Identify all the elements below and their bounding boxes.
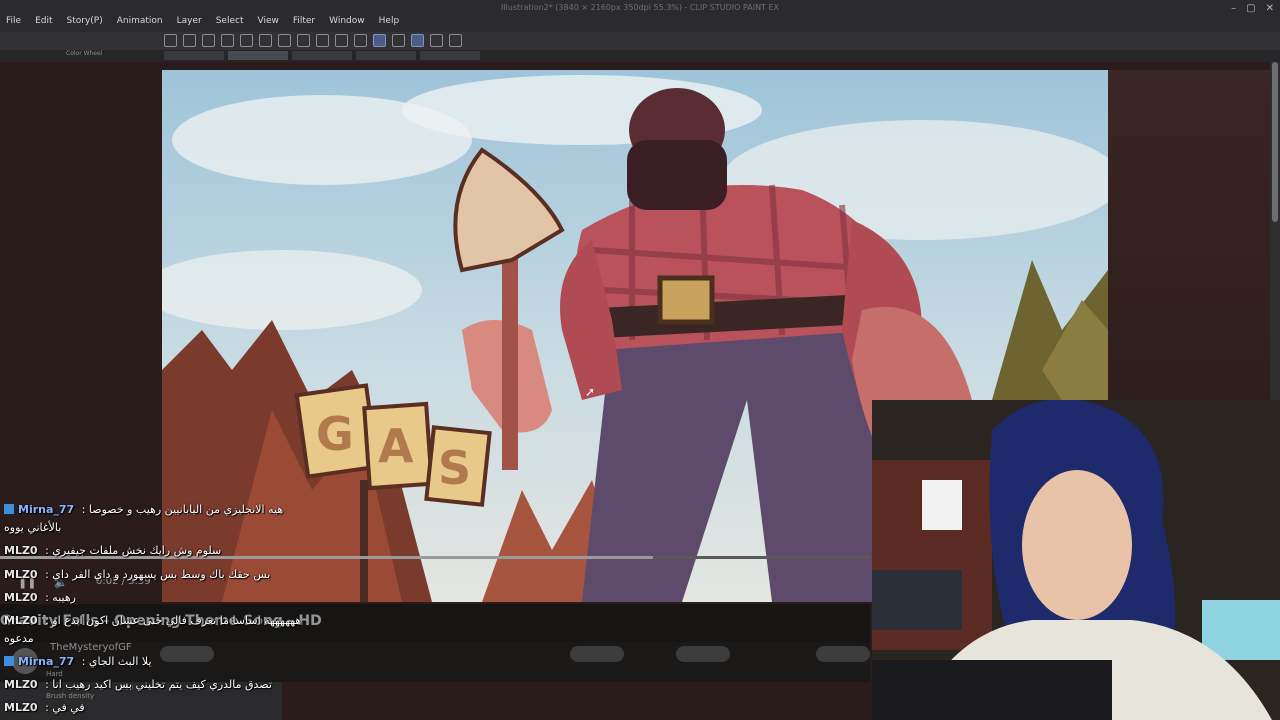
chat-username: MLZ0 <box>4 614 38 627</box>
webcam-feed <box>872 400 1280 720</box>
maximize-icon[interactable]: ▢ <box>1246 3 1255 14</box>
chat-message: MLZ0 : في في <box>4 701 85 714</box>
document-tabs <box>164 51 480 60</box>
lasso-icon[interactable] <box>278 34 291 47</box>
minimize-icon[interactable]: – <box>1231 3 1236 14</box>
settings-icon[interactable] <box>449 34 462 47</box>
twitch-badge-icon <box>4 504 14 514</box>
command-bar-icons <box>164 34 462 47</box>
chat-username: MLZ0 <box>4 701 38 714</box>
menu-view[interactable]: View <box>257 16 278 26</box>
snap-special-ruler-icon[interactable] <box>411 34 424 47</box>
menu-window[interactable]: Window <box>329 16 365 26</box>
deselect-icon[interactable] <box>335 34 348 47</box>
chat-username: Mirna_77 <box>18 655 75 668</box>
save-icon[interactable] <box>221 34 234 47</box>
document-tab[interactable] <box>420 51 480 60</box>
menu-edit[interactable]: Edit <box>35 16 52 26</box>
redo-icon[interactable] <box>259 34 272 47</box>
sign-letter-a: A <box>378 419 414 473</box>
chat-username: MLZ0 <box>4 568 38 581</box>
chat-username: Mirna_77 <box>18 503 75 516</box>
brush-hardness-label: Hard <box>46 670 63 678</box>
device-icon[interactable] <box>430 34 443 47</box>
menu-file[interactable]: File <box>6 16 21 26</box>
sign-letter-s: S <box>438 441 471 495</box>
chat-text: مدعوه <box>4 632 34 645</box>
subscribe-button[interactable] <box>160 646 214 662</box>
snap-ruler-icon[interactable] <box>373 34 386 47</box>
chat-message: MLZ0 : تصدق مالدري كيف يتم تخليني بس اكي… <box>4 678 272 691</box>
chat-text: بس حقك باك وسط بس يسهورد و داي الفر داي <box>52 568 271 581</box>
chat-message: MLZ0 : ههههههه اساسا ما تعرف فالي حتى عش… <box>4 614 302 627</box>
document-tab[interactable] <box>292 51 352 60</box>
chat-username: MLZ0 <box>4 591 38 604</box>
brush-density-label: Brush density <box>46 692 95 700</box>
chat-message: MLZ0 : بس حقك باك وسط بس يسهورد و داي ال… <box>4 568 271 581</box>
twitch-badge-icon <box>4 656 14 666</box>
chat-text: ههههههه اساسا ما تعرف فالي حتى عشان اكون… <box>52 614 302 627</box>
close-icon[interactable]: ✕ <box>1266 3 1274 14</box>
open-file-icon[interactable] <box>202 34 215 47</box>
chat-message-continued: بالأغاني يووه <box>4 521 61 534</box>
menu-help[interactable]: Help <box>379 16 400 26</box>
more-button[interactable] <box>816 646 870 662</box>
document-tab[interactable] <box>356 51 416 60</box>
share-button[interactable] <box>676 646 730 662</box>
menu-layer[interactable]: Layer <box>177 16 202 26</box>
chat-text: يلا البث الجاي <box>88 655 152 668</box>
chat-message: Mirna_77 : يلا البث الجاي <box>4 655 152 668</box>
chat-text: هيه الانجليزي من اليابانيين رهيب و خصوصا <box>88 503 284 516</box>
color-wheel-tab[interactable]: Color Wheel <box>66 50 102 57</box>
chat-message-continued: مدعوه <box>4 632 34 645</box>
transform-icon[interactable] <box>316 34 329 47</box>
chat-message: MLZ0 : رهيبه <box>4 591 76 604</box>
crop-icon[interactable] <box>354 34 367 47</box>
chat-text: سلوم وش رايك نخش ملفات جيفيري <box>52 544 222 557</box>
command-bar <box>0 32 1280 50</box>
undo-icon[interactable] <box>240 34 253 47</box>
chat-username: MLZ0 <box>4 544 38 557</box>
window-controls: – ▢ ✕ <box>1231 3 1274 14</box>
chat-message: Mirna_77 : هيه الانجليزي من اليابانيين ر… <box>4 503 283 516</box>
document-tab[interactable] <box>164 51 224 60</box>
channel-name[interactable]: TheMysteryofGF <box>50 642 132 653</box>
chat-text: رهيبه <box>52 591 76 604</box>
menu-story[interactable]: Story(P) <box>67 16 103 26</box>
like-button[interactable] <box>570 646 624 662</box>
clip-studio-icon[interactable] <box>164 34 177 47</box>
chat-username: MLZ0 <box>4 678 38 691</box>
streamer-webcam <box>872 400 1280 720</box>
chat-text: في في <box>52 701 85 714</box>
window-title: Illustration2* (3840 × 2160px 350dpi 55.… <box>500 3 780 12</box>
menu-animation[interactable]: Animation <box>117 16 163 26</box>
document-tab-active[interactable] <box>228 51 288 60</box>
sign-letter-g: G <box>316 407 354 461</box>
new-file-icon[interactable] <box>183 34 196 47</box>
chat-message: MLZ0 : سلوم وش رايك نخش ملفات جيفيري <box>4 544 222 557</box>
menu-bar: File Edit Story(P) Animation Layer Selec… <box>6 16 399 26</box>
chat-text: تصدق مالدري كيف يتم تخليني بس اكيد رهيب … <box>52 678 272 691</box>
pen-cursor-icon: ➚ <box>585 385 596 399</box>
scrollbar-thumb[interactable] <box>1272 62 1278 222</box>
title-menu-bar: Illustration2* (3840 × 2160px 350dpi 55.… <box>0 0 1280 32</box>
fill-icon[interactable] <box>297 34 310 47</box>
menu-filter[interactable]: Filter <box>293 16 315 26</box>
menu-select[interactable]: Select <box>216 16 244 26</box>
chat-text: بالأغاني يووه <box>4 521 62 534</box>
pen-icon[interactable] <box>392 34 405 47</box>
